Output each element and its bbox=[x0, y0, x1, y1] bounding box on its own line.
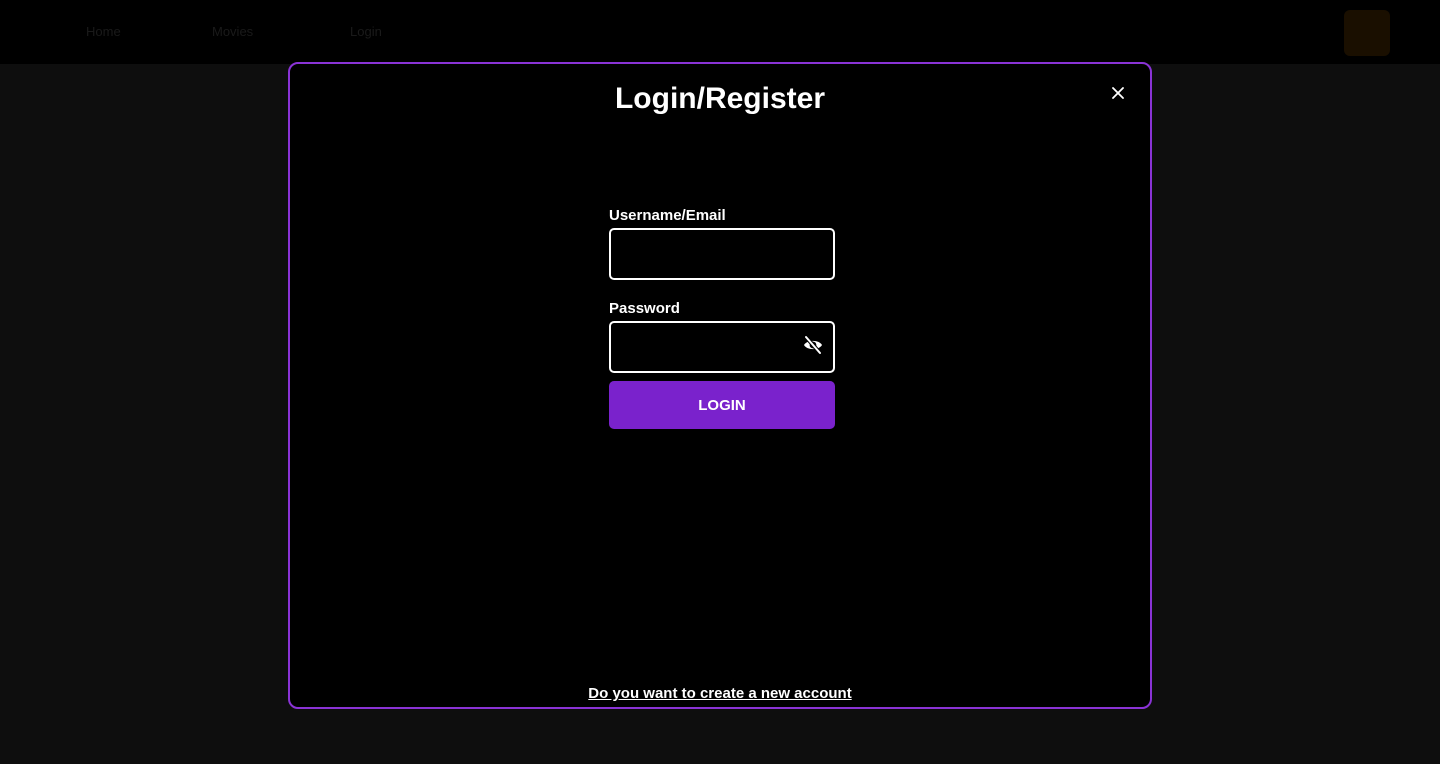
modal-title: Login/Register bbox=[614, 82, 825, 115]
username-label: Username/Email bbox=[609, 207, 726, 224]
close-icon bbox=[1112, 86, 1124, 104]
password-label: Password bbox=[609, 300, 680, 317]
login-modal: Login/Register Username/Email Password L… bbox=[288, 62, 1152, 709]
password-input[interactable] bbox=[611, 323, 833, 371]
close-button[interactable] bbox=[1107, 84, 1129, 106]
nav-item-login[interactable]: Login bbox=[350, 24, 382, 39]
login-button[interactable]: LOGIN bbox=[609, 381, 835, 429]
top-navbar: Home Movies Login bbox=[0, 0, 1440, 64]
login-form: Username/Email Password LOGIN bbox=[609, 207, 835, 429]
create-account-link[interactable]: Do you want to create a new account bbox=[290, 685, 1150, 702]
password-field-wrapper bbox=[609, 321, 835, 373]
eye-slash-icon bbox=[802, 334, 824, 360]
nav-item-home[interactable]: Home bbox=[86, 24, 121, 39]
toggle-password-visibility-button[interactable] bbox=[801, 334, 825, 360]
avatar[interactable] bbox=[1344, 10, 1390, 56]
nav-item-movies[interactable]: Movies bbox=[212, 24, 253, 39]
username-field-wrapper bbox=[609, 228, 835, 280]
username-input[interactable] bbox=[611, 230, 833, 278]
